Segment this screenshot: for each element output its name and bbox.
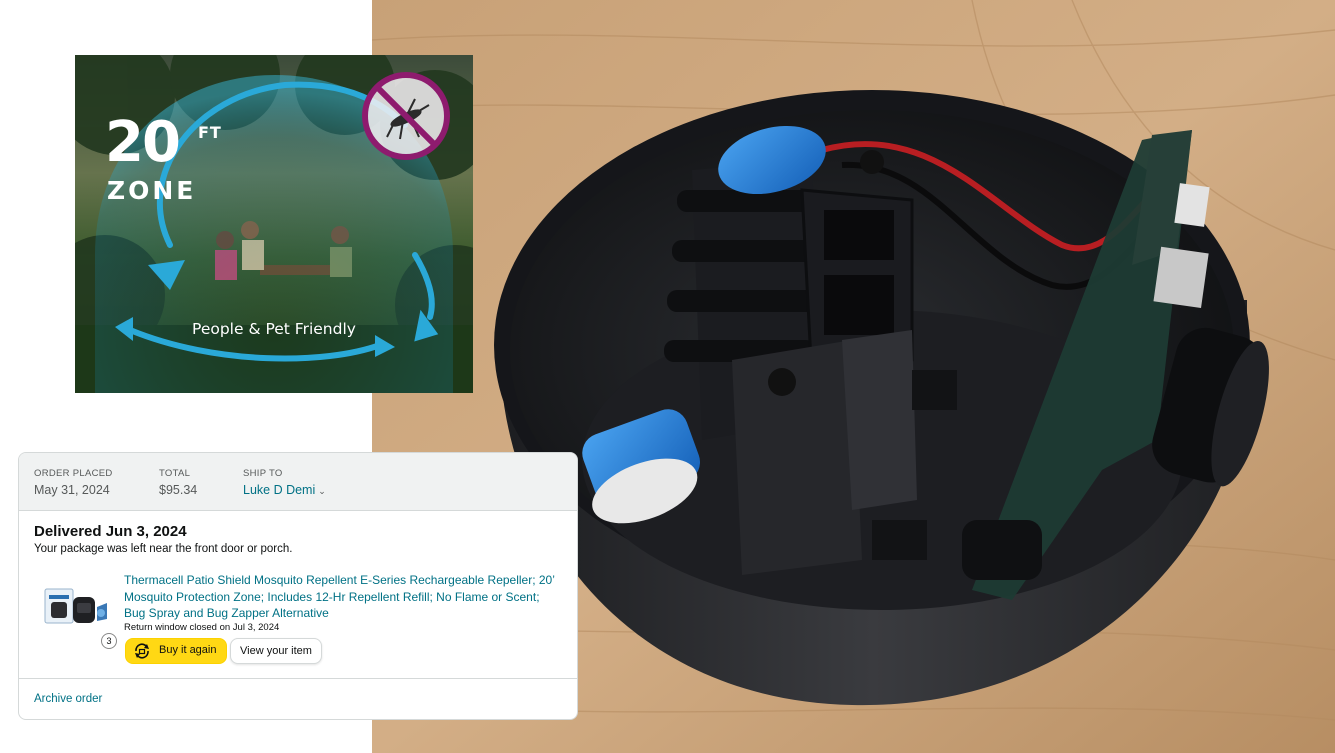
delivery-detail: Your package was left near the front doo… [34,543,293,555]
total-label: TOTAL [159,468,191,479]
order-header: ORDER PLACED May 31, 2024 TOTAL $95.34 S… [19,453,577,511]
buy-again-icon [135,643,149,659]
zone-unit: FT [198,123,222,142]
return-window: Return window closed on Jul 3, 2024 [124,622,280,633]
divider [19,678,577,679]
promo-caption: People & Pet Friendly [192,320,356,338]
promo-image: 20 FT ZONE People & Pet Friendly [75,55,473,393]
order-card: ORDER PLACED May 31, 2024 TOTAL $95.34 S… [18,452,578,720]
product-title-link[interactable]: Thermacell Patio Shield Mosquito Repelle… [124,572,564,622]
view-item-button[interactable]: View your item [230,638,322,664]
no-mosquito-icon [362,72,450,160]
order-placed-value: May 31, 2024 [34,483,110,497]
buy-again-button[interactable]: Buy it again [125,638,227,664]
delivery-status: Delivered Jun 3, 2024 [34,523,187,540]
zone-distance: 20 [105,110,181,175]
ship-to-label: SHIP TO [243,468,283,479]
archive-order-link[interactable]: Archive order [34,693,102,705]
ship-to-name[interactable]: Luke D Demi [243,483,315,497]
quantity-badge: 3 [101,633,117,649]
zone-label: ZONE [107,176,197,205]
product-thumbnail[interactable] [43,585,109,627]
chevron-down-icon[interactable]: ⌄ [318,486,326,496]
order-placed-label: ORDER PLACED [34,468,113,479]
total-value: $95.34 [159,483,198,497]
buy-again-label[interactable]: Buy it again [159,644,216,656]
ship-to: SHIP TO Luke D Demi ⌄ [243,468,326,497]
ship-to-dropdown[interactable]: Luke D Demi ⌄ [243,483,326,497]
order-total: TOTAL $95.34 [159,468,197,497]
order-placed: ORDER PLACED May 31, 2024 [34,468,113,497]
